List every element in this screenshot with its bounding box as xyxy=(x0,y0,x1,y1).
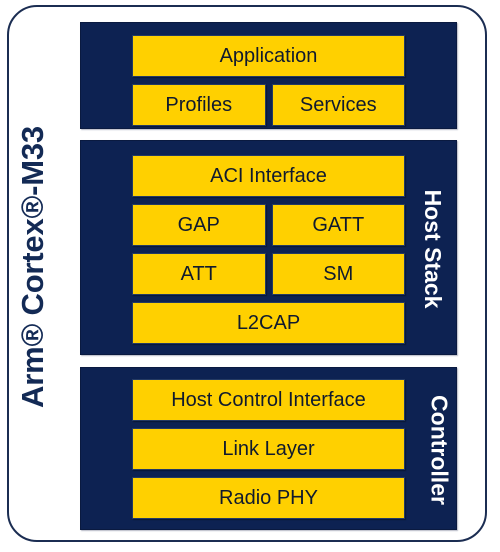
bar-row: GAP GATT xyxy=(132,204,405,246)
block-profiles[interactable]: Profiles xyxy=(132,84,266,126)
panel-controller: Host Control Interface Link Layer Radio … xyxy=(80,367,457,530)
panel-application-bars: Application Profiles Services xyxy=(132,35,405,126)
mcu-frame: Arm® Cortex®-M33 Application Profiles Se… xyxy=(7,5,487,542)
block-radio-phy[interactable]: Radio PHY xyxy=(132,477,405,519)
bluetooth-stack-diagram: Arm® Cortex®-M33 Application Profiles Se… xyxy=(0,0,500,552)
panel-controller-bars: Host Control Interface Link Layer Radio … xyxy=(132,379,405,519)
block-att[interactable]: ATT xyxy=(132,253,266,295)
panel-label-controller: Controller xyxy=(427,395,453,505)
block-host-control-interface[interactable]: Host Control Interface xyxy=(132,379,405,421)
bar-row: Profiles Services xyxy=(132,84,405,126)
bar-row: L2CAP xyxy=(132,302,405,344)
block-gap[interactable]: GAP xyxy=(132,204,266,246)
block-application[interactable]: Application xyxy=(132,35,405,77)
block-gatt[interactable]: GATT xyxy=(271,204,405,246)
block-link-layer[interactable]: Link Layer xyxy=(132,428,405,470)
bar-row: Host Control Interface xyxy=(132,379,405,421)
bar-row: ATT SM xyxy=(132,253,405,295)
panel-host-stack: ACI Interface GAP GATT ATT SM L2CAP Host… xyxy=(80,140,457,355)
bar-row: Application xyxy=(132,35,405,77)
mcu-chip-label: Arm® Cortex®-M33 xyxy=(15,126,50,408)
bar-row: ACI Interface xyxy=(132,155,405,197)
block-sm[interactable]: SM xyxy=(271,253,405,295)
bar-row: Link Layer xyxy=(132,428,405,470)
bar-row: Radio PHY xyxy=(132,477,405,519)
block-aci-interface[interactable]: ACI Interface xyxy=(132,155,405,197)
block-l2cap[interactable]: L2CAP xyxy=(132,302,405,344)
panel-label-host-stack: Host Stack xyxy=(420,189,447,309)
panel-application: Application Profiles Services xyxy=(80,22,457,129)
panel-host-stack-bars: ACI Interface GAP GATT ATT SM L2CAP xyxy=(132,155,405,344)
block-services[interactable]: Services xyxy=(271,84,405,126)
